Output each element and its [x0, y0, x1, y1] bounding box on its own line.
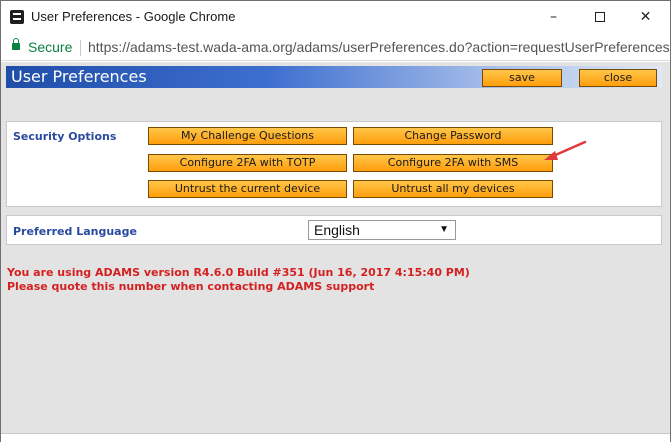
support-line: Please quote this number when contacting… — [7, 280, 375, 293]
maximize-button[interactable] — [577, 1, 622, 34]
url-text[interactable]: https://adams-test.wada-ama.org/adams/us… — [88, 39, 670, 55]
language-selected-value: English — [314, 222, 360, 238]
configure-2fa-totp-button[interactable]: Configure 2FA with TOTP — [148, 154, 347, 172]
change-password-button[interactable]: Change Password — [353, 127, 553, 145]
close-button[interactable]: close — [579, 69, 657, 87]
configure-2fa-sms-button[interactable]: Configure 2FA with SMS — [353, 154, 553, 172]
maximize-icon — [594, 12, 605, 22]
annotation-arrow-icon — [544, 140, 587, 160]
close-window-button[interactable]: ✕ — [623, 1, 668, 34]
untrust-current-device-button[interactable]: Untrust the current device — [148, 180, 347, 198]
preferred-language-panel: Preferred Language English ▼ — [6, 215, 662, 245]
version-message: You are using ADAMS version R4.6.0 Build… — [7, 266, 470, 294]
page-title: User Preferences — [11, 67, 147, 86]
app-icon — [10, 10, 24, 24]
window-title: User Preferences - Google Chrome — [31, 9, 236, 24]
minimize-button[interactable]: – — [531, 1, 576, 34]
address-bar[interactable]: Secure https://adams-test.wada-ama.org/a… — [1, 34, 670, 61]
lock-icon — [12, 38, 20, 50]
my-challenge-questions-button[interactable]: My Challenge Questions — [148, 127, 347, 145]
preferred-language-label: Preferred Language — [13, 225, 137, 238]
version-line: You are using ADAMS version R4.6.0 Build… — [7, 266, 470, 279]
untrust-all-devices-button[interactable]: Untrust all my devices — [353, 180, 553, 198]
address-separator — [80, 40, 81, 56]
security-options-label: Security Options — [13, 130, 117, 143]
dropdown-caret-icon: ▼ — [439, 224, 449, 235]
language-select[interactable]: English ▼ — [308, 220, 456, 240]
browser-window: User Preferences - Google Chrome – ✕ Sec… — [0, 0, 671, 442]
title-bar[interactable]: User Preferences - Google Chrome – ✕ — [1, 1, 670, 34]
save-button[interactable]: save — [482, 69, 562, 87]
secure-label: Secure — [28, 39, 73, 55]
page-content: User Preferences save close Security Opt… — [1, 62, 670, 442]
security-options-panel: Security Options My Challenge Questions … — [6, 121, 662, 207]
header-bar: User Preferences — [6, 66, 662, 88]
background-page-strip — [1, 433, 670, 442]
